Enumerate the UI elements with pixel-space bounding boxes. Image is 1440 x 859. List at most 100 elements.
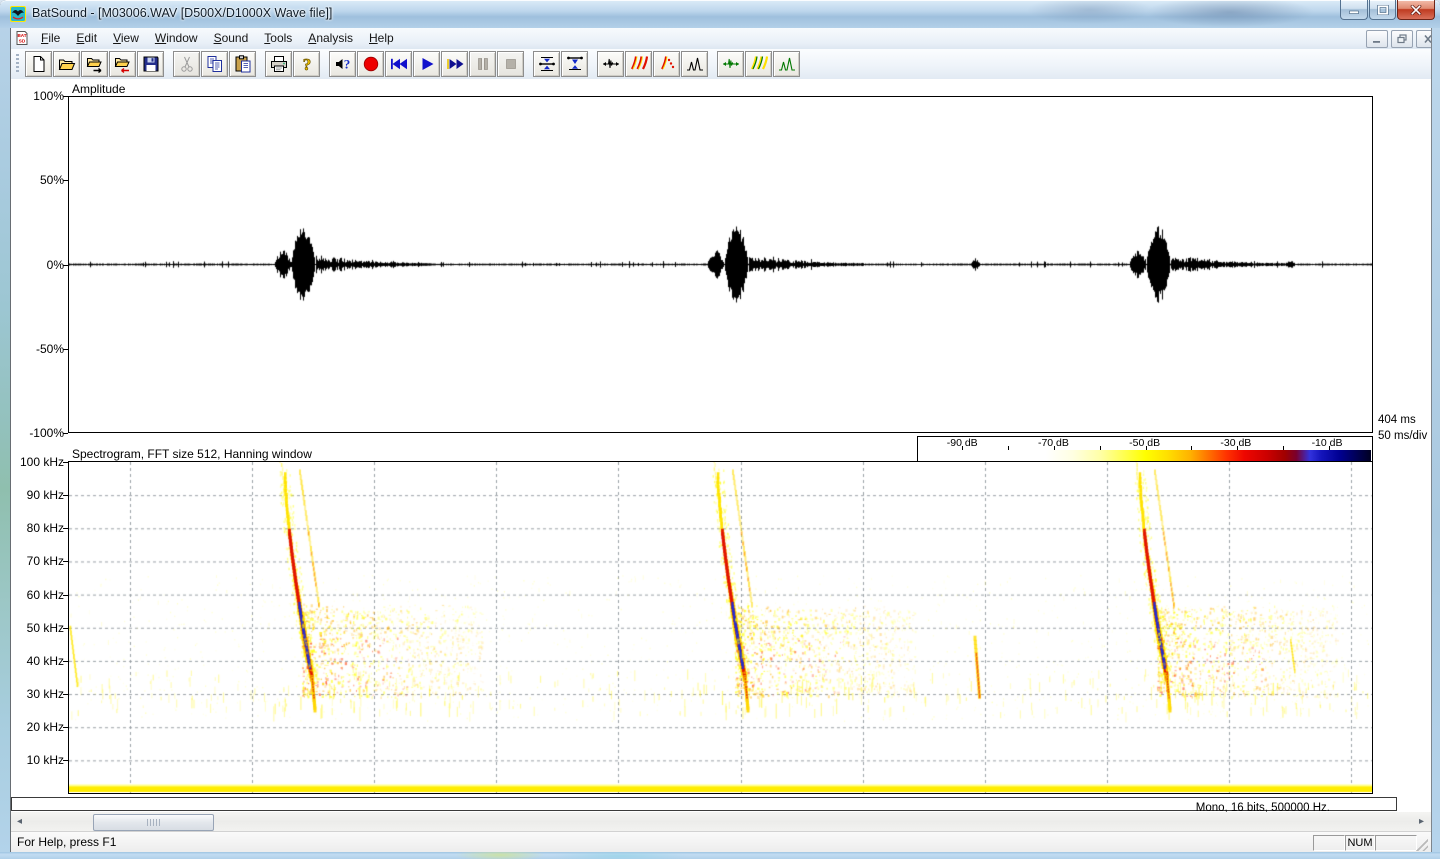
open-previous-file-button[interactable] — [109, 51, 136, 77]
scroll-right-arrow-icon[interactable]: ▸ — [1413, 812, 1430, 831]
live-waveform-view-button[interactable] — [717, 51, 744, 77]
menu-item-tools[interactable]: Tools — [256, 28, 300, 49]
spectrogram-view-button[interactable] — [625, 51, 652, 77]
paste-icon — [233, 54, 253, 74]
waveform-view-icon — [601, 54, 621, 74]
status-message: For Help, press F1 — [17, 835, 116, 849]
rewind-icon — [389, 54, 409, 74]
frequency-axis-label: 90 kHz — [19, 488, 64, 502]
play-button[interactable] — [413, 51, 440, 77]
status-panel-left — [1313, 835, 1345, 851]
power-spectrum-view-icon — [685, 54, 705, 74]
open-file-button[interactable] — [53, 51, 80, 77]
frequency-axis-label: 40 kHz — [19, 654, 64, 668]
increase-amplitude-scale-icon — [537, 54, 557, 74]
status-panel-num: NUM — [1345, 835, 1375, 851]
decrease-amplitude-scale-icon — [565, 54, 585, 74]
increase-amplitude-scale-button[interactable] — [533, 51, 560, 77]
live-spectrum-view-icon — [777, 54, 797, 74]
amplitude-axis-tick — [63, 433, 68, 434]
status-bar: For Help, press F1 NUM — [11, 831, 1431, 853]
amplitude-axis-tick — [63, 96, 68, 97]
frequency-axis-tick — [63, 462, 68, 463]
live-spectrogram-view-button[interactable] — [745, 51, 772, 77]
spectrogram-cursor-view-button[interactable] — [653, 51, 680, 77]
cut-icon — [177, 54, 197, 74]
menu-item-file[interactable]: File — [33, 28, 68, 49]
menu-item-window[interactable]: Window — [147, 28, 206, 49]
print-button[interactable] — [265, 51, 292, 77]
title-bar[interactable]: BatSound - [M03006.WAV [D500X/D1000X Wav… — [0, 0, 1440, 28]
amplitude-axis-label: 100% — [19, 89, 64, 103]
open-next-file-button[interactable] — [81, 51, 108, 77]
spectrogram-plot[interactable] — [68, 461, 1373, 794]
rewind-button[interactable] — [385, 51, 412, 77]
toolbar-grip[interactable] — [16, 54, 19, 74]
db-scale-label: -10 dB — [1297, 437, 1357, 449]
waveform-canvas[interactable] — [69, 97, 1372, 432]
scroll-left-arrow-icon[interactable]: ◂ — [11, 812, 28, 831]
wave-document-icon: BATSD — [14, 30, 30, 46]
toolbar: ?? — [11, 49, 1431, 80]
save-file-icon — [141, 54, 161, 74]
waveform-view-button[interactable] — [597, 51, 624, 77]
open-previous-file-icon — [113, 54, 133, 74]
menu-item-analysis[interactable]: Analysis — [300, 28, 361, 49]
sound-settings-button[interactable]: ? — [329, 51, 356, 77]
window-border-bottom — [0, 852, 1440, 859]
file-info-bar: Mono, 16 bits, 500000 Hz. — [11, 797, 1397, 811]
db-scale: -90 dB-70 dB-50 dB-30 dB-10 dB — [917, 436, 1373, 463]
frequency-axis-tick — [63, 694, 68, 695]
amplitude-axis-label: 0% — [19, 258, 64, 272]
help-icon: ? — [297, 54, 317, 74]
frequency-axis-label: 60 kHz — [19, 588, 64, 602]
menu-item-help[interactable]: Help — [361, 28, 402, 49]
cut-button — [173, 51, 200, 77]
menu-item-edit[interactable]: Edit — [68, 28, 105, 49]
maximize-button[interactable] — [1369, 0, 1396, 20]
window-border-left — [0, 28, 10, 852]
scrollbar-thumb[interactable] — [93, 814, 214, 831]
status-panel-right — [1375, 835, 1417, 851]
frequency-axis-tick — [63, 528, 68, 529]
db-scale-label: -50 dB — [1115, 437, 1175, 449]
menu-item-sound[interactable]: Sound — [206, 28, 257, 49]
close-button[interactable] — [1397, 0, 1435, 20]
mdi-buttons — [1363, 30, 1440, 48]
frequency-axis-tick — [63, 760, 68, 761]
mdi-minimize-button[interactable] — [1366, 30, 1388, 48]
svg-text:SD: SD — [19, 38, 26, 43]
stop-icon — [501, 54, 521, 74]
print-icon — [269, 54, 289, 74]
live-spectrum-view-button[interactable] — [773, 51, 800, 77]
record-button[interactable] — [357, 51, 384, 77]
decrease-amplitude-scale-button[interactable] — [561, 51, 588, 77]
amplitude-axis-label: -50% — [19, 342, 64, 356]
paste-button[interactable] — [229, 51, 256, 77]
help-button[interactable]: ? — [293, 51, 320, 77]
waveform-plot[interactable] — [68, 96, 1373, 433]
sound-settings-icon: ? — [333, 54, 353, 74]
document-area: Amplitude 100%50%0%-50%-100% 404 ms 50 m… — [11, 79, 1431, 831]
frequency-axis-label: 80 kHz — [19, 521, 64, 535]
menu-item-view[interactable]: View — [105, 28, 147, 49]
horizontal-scrollbar[interactable]: ◂ ▸ — [11, 812, 1431, 831]
amplitude-axis-tick — [63, 349, 68, 350]
mdi-restore-button[interactable] — [1391, 30, 1413, 48]
copy-icon — [205, 54, 225, 74]
window-border-right — [1432, 28, 1440, 852]
fast-forward-button[interactable] — [441, 51, 468, 77]
new-file-button[interactable] — [25, 51, 52, 77]
minimize-button[interactable] — [1340, 0, 1368, 20]
power-spectrum-view-button[interactable] — [681, 51, 708, 77]
spectrogram-canvas[interactable] — [69, 462, 1372, 793]
batsound-app-icon — [10, 6, 26, 22]
frequency-axis-tick — [63, 495, 68, 496]
frequency-axis-tick — [63, 628, 68, 629]
save-file-button[interactable] — [137, 51, 164, 77]
frequency-axis-tick — [63, 661, 68, 662]
window-inner-edge-left — [10, 28, 11, 852]
copy-button[interactable] — [201, 51, 228, 77]
db-scale-label: -70 dB — [1023, 437, 1083, 449]
frequency-axis-label: 70 kHz — [19, 554, 64, 568]
